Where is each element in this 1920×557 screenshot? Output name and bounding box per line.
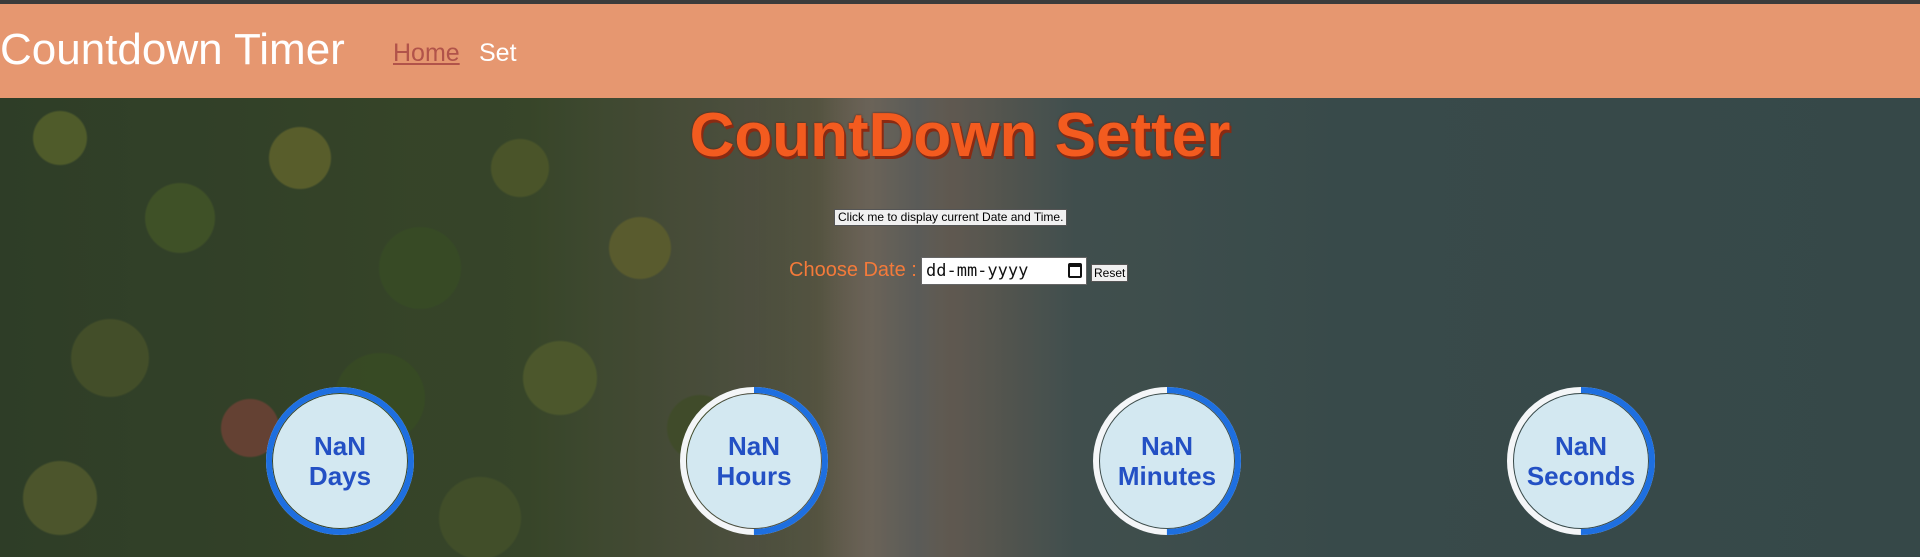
nav-link-home[interactable]: Home <box>393 41 460 66</box>
seconds-dial-face: NaN Seconds <box>1514 394 1648 528</box>
page-title-text: CountDown Setter <box>689 101 1231 170</box>
hours-value: NaN <box>727 431 780 461</box>
minutes-value: NaN <box>1140 431 1193 461</box>
seconds-value: NaN <box>1554 431 1607 461</box>
calendar-icon[interactable] <box>1068 263 1082 278</box>
days-dial: NaN Days <box>265 386 415 536</box>
hours-dial-face: NaN Hours <box>687 394 821 528</box>
navbar: Countdown Timer Home Set <box>0 4 1920 98</box>
days-value: NaN <box>313 431 366 461</box>
minutes-dial-face: NaN Minutes <box>1100 394 1234 528</box>
nav-link-set[interactable]: Set <box>479 41 517 66</box>
hours-unit: Hours <box>716 461 792 491</box>
reset-button[interactable]: Reset <box>1091 264 1129 282</box>
seconds-unit: Seconds <box>1526 461 1636 491</box>
seconds-dial: NaN Seconds <box>1506 386 1656 536</box>
minutes-unit: Minutes <box>1117 461 1217 491</box>
minutes-dial: NaN Minutes <box>1092 386 1242 536</box>
date-input[interactable]: dd-mm-yyyy <box>921 257 1087 285</box>
date-placeholder: dd-mm-yyyy <box>926 261 1029 281</box>
choose-date-label: Choose Date : <box>789 259 917 281</box>
hours-dial: NaN Hours <box>679 386 829 536</box>
page-title: CountDown Setter <box>0 105 1920 167</box>
days-unit: Days <box>308 461 372 491</box>
brand-title: Countdown Timer <box>0 25 345 74</box>
show-current-datetime-button[interactable]: Click me to display current Date and Tim… <box>834 209 1068 226</box>
days-dial-face: NaN Days <box>273 394 407 528</box>
